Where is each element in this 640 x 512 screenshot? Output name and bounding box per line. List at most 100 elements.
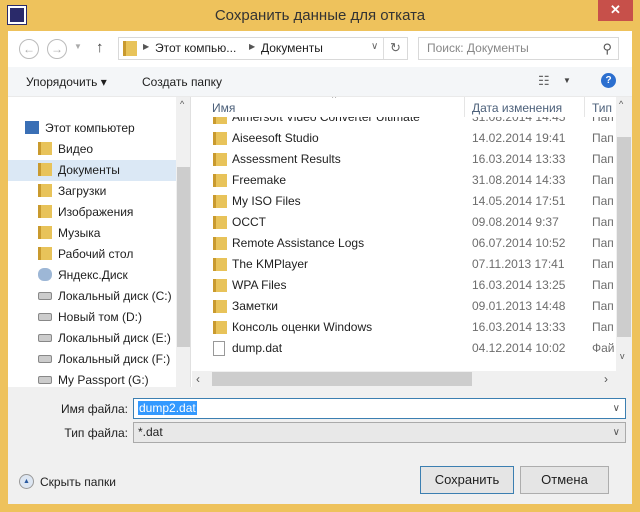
file-row[interactable]: Консоль оценки Windows 16.03.2014 13:33 Па… <box>192 317 616 338</box>
filetype-select[interactable]: *.dat ∨ <box>133 422 626 443</box>
file-date: 09.08.2014 9:37 <box>472 215 559 229</box>
scroll-right-icon[interactable]: › <box>604 372 608 386</box>
chevron-down-icon[interactable]: ∨ <box>613 399 620 418</box>
file-date: 14.02.2014 19:41 <box>472 131 566 145</box>
filetype-value: *.dat <box>138 425 163 439</box>
recent-dropdown-icon[interactable]: ▼ <box>74 42 82 51</box>
folder-icon <box>38 205 52 218</box>
sidebar-item[interactable]: Рабочий стол <box>38 244 133 265</box>
file-list: Aimersoft Video Converter Ultimate 31.08.… <box>192 97 616 387</box>
sidebar-item[interactable]: Изображения <box>38 202 133 223</box>
sidebar-item[interactable]: Этот компьютер <box>25 118 135 139</box>
sidebar-item[interactable]: Яндекс.Диск <box>38 265 128 286</box>
file-list-vertical-scrollbar[interactable]: ^ v <box>616 97 632 387</box>
address-bar[interactable]: ▶ Этот компью... ▶ Документы ∨ ↻ <box>118 37 408 60</box>
file-row[interactable]: Remote Assistance Logs 06.07.2014 10:52 Па… <box>192 233 616 254</box>
close-button[interactable]: ✕ <box>598 0 633 21</box>
search-icon[interactable]: ⚲ <box>602 38 612 59</box>
sidebar-item[interactable]: Локальный диск (F:) <box>38 349 170 370</box>
forward-button[interactable]: → <box>47 39 67 59</box>
scroll-up-icon[interactable]: ^ <box>180 99 184 109</box>
sidebar-item-label: Локальный диск (C:) <box>58 289 172 303</box>
refresh-icon[interactable]: ↻ <box>390 40 401 56</box>
folder-icon <box>38 226 52 239</box>
new-folder-button[interactable]: Создать папку <box>142 75 222 89</box>
file-row[interactable]: dump.dat 04.12.2014 10:02 Фай <box>192 338 616 359</box>
dialog-client: ← → ▼ ↑ ▶ Этот компью... ▶ Документы ∨ ↻… <box>8 31 632 504</box>
sidebar-item-label: Локальный диск (E:) <box>58 331 171 345</box>
file-date: 09.01.2013 14:48 <box>472 299 566 313</box>
chevron-right-icon: ▶ <box>249 42 256 51</box>
cancel-button[interactable]: Отмена <box>520 466 609 494</box>
file-list-horizontal-scrollbar[interactable]: ‹ › <box>192 371 616 387</box>
divider <box>464 97 465 117</box>
organize-button[interactable]: Упорядочить ▾ <box>26 75 107 89</box>
sidebar-item-label: Видео <box>58 142 94 156</box>
sidebar-item[interactable]: Видео <box>38 139 93 160</box>
folder-icon <box>213 216 227 229</box>
file-row[interactable]: OCCT 09.08.2014 9:37 Пап <box>192 212 616 233</box>
sidebar-item[interactable]: Документы <box>8 160 176 181</box>
breadcrumb-documents[interactable]: Документы <box>261 41 323 55</box>
folder-icon <box>213 237 227 250</box>
column-date[interactable]: Дата изменения <box>472 101 562 115</box>
file-row[interactable]: Freemake 31.08.2014 14:33 Пап <box>192 170 616 191</box>
history-dropdown-icon[interactable]: ∨ <box>371 41 378 52</box>
sidebar-item-label: Локальный диск (F:) <box>58 352 171 366</box>
file-row[interactable]: My ISO Files 14.05.2014 17:51 Пап <box>192 191 616 212</box>
scroll-left-icon[interactable]: ‹ <box>196 372 200 386</box>
window-title: Сохранить данные для отката <box>214 7 426 24</box>
sidebar-item[interactable]: Локальный диск (E:) <box>38 328 171 349</box>
hide-folders-button[interactable]: Скрыть папки <box>40 475 116 489</box>
scroll-down-icon[interactable]: v <box>620 351 625 361</box>
scroll-up-icon[interactable]: ^ <box>619 99 623 109</box>
navigation-bar: ← → ▼ ↑ ▶ Этот компью... ▶ Документы ∨ ↻… <box>8 31 632 67</box>
save-button[interactable]: Сохранить <box>420 466 514 494</box>
up-button[interactable]: ↑ <box>96 39 104 56</box>
view-dropdown-icon[interactable]: ▼ <box>563 76 571 85</box>
file-name: WPA Files <box>232 278 287 292</box>
sidebar-item[interactable]: Локальный диск (C:) <box>38 286 172 307</box>
navigation-pane: Этот компьютер Видео Документы Загрузки Изоб… <box>8 97 191 387</box>
column-name[interactable]: Имя <box>212 101 235 115</box>
computer-icon <box>25 121 39 134</box>
folder-icon <box>213 258 227 271</box>
folder-icon <box>213 321 227 334</box>
file-row[interactable]: WPA Files 16.03.2014 13:25 Пап <box>192 275 616 296</box>
file-icon <box>213 341 225 356</box>
sidebar-item-label: Рабочий стол <box>58 247 134 261</box>
sidebar-item-label: My Passport (G:) <box>58 373 149 387</box>
chevron-down-icon[interactable]: ∨ <box>613 423 620 442</box>
chevron-right-icon: ▶ <box>143 42 150 51</box>
sidebar-item[interactable]: Загрузки <box>38 181 106 202</box>
file-date: 16.03.2014 13:33 <box>472 320 566 334</box>
scrollbar-thumb[interactable] <box>212 372 472 386</box>
file-row[interactable]: Заметки 09.01.2013 14:48 Пап <box>192 296 616 317</box>
navigation-pane-scrollbar[interactable]: ^ <box>176 97 190 387</box>
file-row[interactable]: Assessment Results 16.03.2014 13:33 Пап <box>192 149 616 170</box>
filename-input[interactable]: dump2.dat ∨ <box>133 398 626 419</box>
collapse-icon[interactable]: ▲ <box>19 474 34 489</box>
column-type[interactable]: Тип <box>592 101 612 115</box>
folder-icon <box>213 195 227 208</box>
file-type: Пап <box>592 278 614 292</box>
folder-icon <box>38 142 52 155</box>
sidebar-item-label: Музыка <box>58 226 101 240</box>
back-button[interactable]: ← <box>19 39 39 59</box>
sidebar-item[interactable]: My Passport (G:) <box>38 370 149 387</box>
scrollbar-thumb[interactable] <box>177 167 190 347</box>
file-type: Пап <box>592 320 614 334</box>
file-row[interactable]: Aiseesoft Studio 14.02.2014 19:41 Пап <box>192 128 616 149</box>
column-headers: Имя ^ Дата изменения Тип <box>192 97 616 117</box>
folder-icon <box>213 174 227 187</box>
file-row[interactable]: The KMPlayer 07.11.2013 17:41 Пап <box>192 254 616 275</box>
scrollbar-thumb[interactable] <box>617 137 631 337</box>
view-options-icon[interactable]: ☷ <box>538 73 550 89</box>
folder-icon <box>123 41 137 56</box>
search-input[interactable]: Поиск: Документы ⚲ <box>418 37 619 60</box>
drive-icon <box>38 355 52 363</box>
sidebar-item[interactable]: Музыка <box>38 223 100 244</box>
breadcrumb-computer[interactable]: Этот компью... <box>155 41 236 55</box>
sidebar-item[interactable]: Новый том (D:) <box>38 307 142 328</box>
help-icon[interactable]: ? <box>601 73 616 88</box>
